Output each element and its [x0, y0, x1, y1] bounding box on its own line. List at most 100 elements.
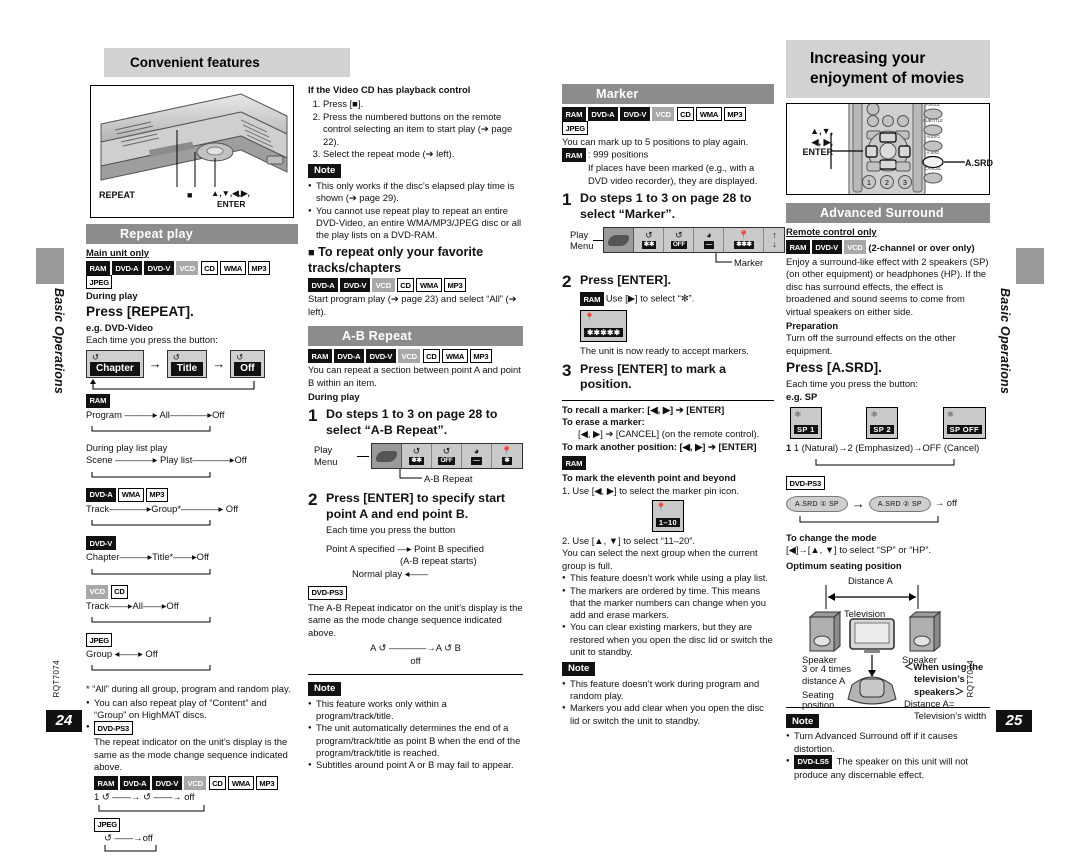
- marker-eleventh-ram-badge: RAM: [562, 456, 586, 471]
- marker-caption-wrap: Marker: [712, 253, 774, 269]
- repeat-bullet: You can also repeat play of “Content” an…: [86, 697, 298, 722]
- right-column: Advanced Surround Remote control only RA…: [786, 203, 990, 781]
- left-side-tab-label: Basic Operations: [52, 288, 66, 395]
- repeat-mode-loop: [91, 426, 211, 432]
- disc-badge-wma: WMA: [228, 776, 254, 791]
- repeat-ps3-seq2: ↺ ——→off: [104, 831, 153, 843]
- repeat-loop-icon: ↺: [92, 351, 100, 362]
- right-page-title-line-1: Increasing your: [810, 50, 926, 67]
- repeat-play-badges: RAM DVD-A DVD-V VCD CD WMA MP3 JPEG: [86, 261, 298, 290]
- marker-menu-marker-icon[interactable]: 📍 ✱✱✱: [724, 228, 765, 253]
- ab-step-2: 2 Press [ENTER] to specify start point A…: [308, 491, 523, 522]
- play-menu-repeat-off-icon[interactable]: ↺ OFF: [432, 444, 462, 469]
- remote-callout-enter: ENTER: [802, 147, 833, 157]
- ab-play-menu-label: Play Menu: [314, 444, 338, 468]
- ab-flow-line-3: Normal play ◂——: [352, 567, 429, 579]
- disc-badge-cd: CD: [200, 261, 219, 276]
- repeat-mode-sequence: Chapter———▸Title*——▸Off: [86, 551, 209, 563]
- marker-play-label-2: Menu: [570, 240, 594, 252]
- repeat-mode-loop: [91, 520, 211, 526]
- press-asrd-instruction: Press [A.SRD].: [786, 360, 882, 376]
- note-label-1: Note: [308, 163, 342, 178]
- marker-bullet: You can clear existing markers, but they…: [562, 621, 774, 658]
- advanced-surround-heading: Advanced Surround: [786, 203, 990, 223]
- disc-badge-mp3: MP3: [255, 776, 278, 791]
- seating-heading: Optimum seating position: [786, 560, 902, 572]
- right-page-title: Increasing your enjoyment of movies: [786, 40, 990, 98]
- asrd-sp-chip: ⚛ SP 1: [790, 407, 822, 440]
- during-play-label-2: During play: [308, 391, 360, 403]
- marker-display-box-wrap: 📍 ✱✱✱✱✱: [580, 310, 774, 343]
- play-menu-play-speed-icon[interactable]: ◕ —: [462, 444, 492, 469]
- repeat-mode-sequence: Scene ————▸ Play list————▸Off: [86, 454, 247, 466]
- repeat-mode-sequence: Track————▸Group*————▸ Off: [86, 502, 239, 514]
- ab-play-menu-bar[interactable]: ↺ ✱✱ ↺ OFF ◕ — 📍 ✱: [371, 443, 523, 470]
- disc-badge-wma: WMA: [442, 349, 468, 364]
- disc-badge-jpeg: JPEG: [86, 275, 113, 290]
- play-menu-thumbnail-icon[interactable]: [372, 444, 402, 469]
- marker-menu-updown-icon[interactable]: ↑ ↓: [764, 228, 784, 252]
- repeat-mode-loop: [91, 665, 211, 671]
- marker-menu-thumbnail-icon[interactable]: [604, 228, 635, 253]
- ab-step-1-number: 1: [308, 406, 318, 426]
- asrd-sequence: 1 1 (Natural)→2 (Emphasized)→OFF (Cancel…: [786, 442, 980, 454]
- ab-step-2-text: Press [ENTER] to specify start point A a…: [326, 491, 506, 521]
- repeat-mode-sequence: Track——▸All——▸Off: [86, 599, 179, 611]
- remote-callout-cursor: ▲,▼, ◀, ▶, ENTER: [793, 126, 833, 158]
- marker-menu-repeat-off-icon[interactable]: ↺ OFF: [664, 228, 695, 253]
- marker-play-menu-bar[interactable]: ↺ ✱✱ ↺ OFF ◕ — 📍 ✱✱✱ ↑ ↓: [603, 227, 786, 254]
- note-bullet: Turn Advanced Surround off if it causes …: [786, 730, 990, 755]
- asrd-each-time: Each time you press the button:: [786, 378, 918, 390]
- asrd-seq-text: 1 (Natural)→2 (Emphasized)→OFF (Cancel): [793, 442, 980, 454]
- repeat-mode-chip-label: Chapter: [90, 361, 140, 376]
- play-menu-marker-icon[interactable]: 📍 ✱: [492, 444, 522, 468]
- disc-badge-jpeg: JPEG: [562, 121, 589, 135]
- surround-icon: ⚛: [870, 409, 878, 420]
- asrd-sp-chip: ⚛ SP 2: [866, 407, 899, 440]
- as-badge-suffix: (2-channel or over only): [868, 242, 975, 254]
- dvd-ls5-badge: DVD-LS5: [794, 754, 833, 769]
- ab-repeat-badges: RAM DVD-A DVD-V VCD CD WMA MP3: [308, 349, 523, 364]
- video-cd-step: Press [■].: [323, 98, 523, 110]
- svg-text:1: 1: [867, 180, 871, 187]
- ab-step-2-sub: Each time you press the button: [326, 524, 456, 536]
- diagram-tv-note-5: Television’s width: [914, 710, 987, 722]
- disc-badge-dvd-v: DVD-V: [620, 107, 650, 121]
- note-bullet: The unit automatically determines the en…: [308, 722, 523, 759]
- svg-text:ANGLE: ANGLE: [926, 104, 940, 107]
- marker-step-2: 2 Press [ENTER].: [562, 273, 774, 290]
- marker-eleventh-heading: To mark the eleventh point and beyond: [562, 472, 736, 484]
- marker-ready-text: The unit is now ready to accept markers.: [580, 345, 749, 357]
- video-cd-notes: This only works if the disc’s elapsed pl…: [308, 180, 523, 241]
- asrd-ps3-chip-1: A.SRD ① SP: [786, 495, 848, 512]
- marker-notes: This feature doesn’t work during program…: [562, 678, 774, 727]
- diagram-vertical-label-1: 3 or 4 times: [802, 662, 851, 674]
- marker-menu-speed-icon[interactable]: ◕ —: [694, 228, 725, 253]
- marker-leader-line: [593, 239, 604, 241]
- play-menu-ab-repeat-icon[interactable]: ↺ ✱✱: [402, 444, 432, 469]
- left-column-3: Marker RAM DVD-A DVD-V VCD CD WMA MP3JPEG You …: [562, 84, 786, 727]
- marker-menu-ab-repeat-icon[interactable]: ↺ ✱✱: [634, 228, 665, 253]
- ab-step-1-text: Do steps 1 to 3 on page 28 to select “A-…: [326, 407, 498, 437]
- repeat-mode-row: DVD-V Chapter———▸Title*——▸Off: [86, 536, 298, 581]
- marker-play-menu-label: Play Menu: [570, 229, 593, 251]
- marker-step-3-number: 3: [562, 360, 572, 380]
- marker-pin-display-wrap: 📍 1–10: [562, 500, 774, 533]
- preparation-heading: Preparation: [786, 320, 839, 332]
- remote-callout-cursor-1: ▲,▼,: [810, 126, 833, 136]
- disc-badge-ram: RAM: [786, 240, 810, 255]
- marker-mark-another: To mark another position: [◀, ▶] ➔ [ENTE…: [562, 440, 757, 452]
- repeat-mode-loop: [91, 617, 211, 623]
- ab-flow-line-1: Point A specified —▸ Point B specified: [326, 542, 484, 554]
- ab-play-menu-row: Play Menu ↺ ✱✱ ↺ OFF ◕ — 📍 ✱: [314, 443, 523, 470]
- disc-badge-wma: WMA: [416, 278, 442, 293]
- ab-step-1: 1 Do steps 1 to 3 on page 28 to select “…: [308, 407, 523, 438]
- ps3-loop-1: [98, 804, 205, 812]
- disc-badge-dvd-v: DVD-V: [811, 240, 842, 255]
- disc-badge-cd: CD: [396, 278, 415, 293]
- disc-badge-ram: RAM: [308, 349, 332, 364]
- manual-spread: Basic Operations RQT7074 24 Convenient f…: [0, 0, 1080, 852]
- marker-heading: Marker: [562, 84, 774, 104]
- marker-eleventh-step-1: 1. Use [◀, ▶] to select the marker pin i…: [562, 484, 739, 496]
- right-side-tab-label: Basic Operations: [998, 288, 1012, 395]
